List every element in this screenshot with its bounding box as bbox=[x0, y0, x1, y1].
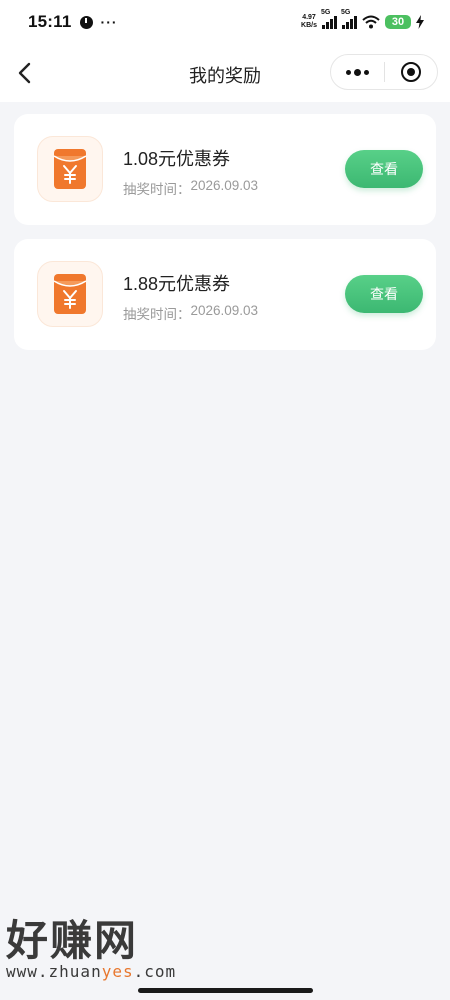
battery-icon: 30 bbox=[385, 15, 411, 29]
status-time: 15:11 bbox=[28, 12, 72, 31]
watermark-brand: 好赚网 bbox=[6, 917, 139, 964]
network-speed: 4.97 KB/s bbox=[301, 14, 317, 30]
reward-card: 1.08元优惠券 抽奖时间： 2026.09.03 查看 bbox=[14, 114, 436, 225]
watermark-url-suffix: .com bbox=[133, 962, 177, 981]
view-button[interactable]: 查看 bbox=[345, 275, 423, 313]
draw-time-label: 抽奖时间： bbox=[123, 182, 191, 197]
draw-time: 抽奖时间： 2026.09.03 bbox=[123, 303, 258, 323]
watermark-url-highlight: yes bbox=[101, 962, 134, 981]
network-speed-value: 4.97 bbox=[302, 14, 316, 21]
more-dots-icon[interactable] bbox=[331, 55, 384, 89]
view-button[interactable]: 查看 bbox=[345, 150, 423, 188]
watermark-url-prefix: www.zhuan bbox=[6, 962, 102, 981]
sim1-network-type: 5G bbox=[321, 9, 331, 16]
notification-icon bbox=[79, 15, 93, 29]
miniprogram-capsule bbox=[330, 54, 438, 90]
draw-time-value: 2026.09.03 bbox=[190, 178, 259, 193]
draw-time-label: 抽奖时间： bbox=[123, 307, 191, 322]
status-bar: 15:11 ··· 4.97 KB/s 5G 5G 30 bbox=[0, 0, 450, 44]
watermark: 好赚网 www.zhuanyes.com bbox=[6, 916, 206, 986]
reward-card: 1.88元优惠券 抽奖时间： 2026.09.03 查看 bbox=[14, 239, 436, 350]
draw-time-value: 2026.09.03 bbox=[190, 303, 259, 318]
signal-icon-sim1: 5G bbox=[321, 9, 337, 29]
coupon-name: 1.08元优惠券 bbox=[123, 149, 231, 169]
charging-icon bbox=[416, 15, 424, 29]
watermark-url: www.zhuanyes.com bbox=[6, 962, 206, 981]
signal-icon-sim2: 5G bbox=[341, 9, 357, 29]
status-more-icon: ··· bbox=[100, 14, 118, 30]
status-left: 15:11 ··· bbox=[28, 12, 118, 32]
network-speed-unit: KB/s bbox=[301, 22, 317, 29]
status-right: 4.97 KB/s 5G 5G 30 bbox=[301, 9, 424, 30]
wifi-icon bbox=[362, 15, 380, 29]
close-miniprogram-icon[interactable] bbox=[385, 55, 437, 89]
sim2-network-type: 5G bbox=[341, 9, 351, 16]
draw-time: 抽奖时间： 2026.09.03 bbox=[123, 178, 258, 198]
coupon-name: 1.88元优惠券 bbox=[123, 274, 231, 294]
red-envelope-icon bbox=[37, 261, 103, 327]
nav-bar: 我的奖励 bbox=[0, 44, 450, 102]
red-envelope-icon bbox=[37, 136, 103, 202]
home-indicator[interactable] bbox=[138, 988, 313, 993]
